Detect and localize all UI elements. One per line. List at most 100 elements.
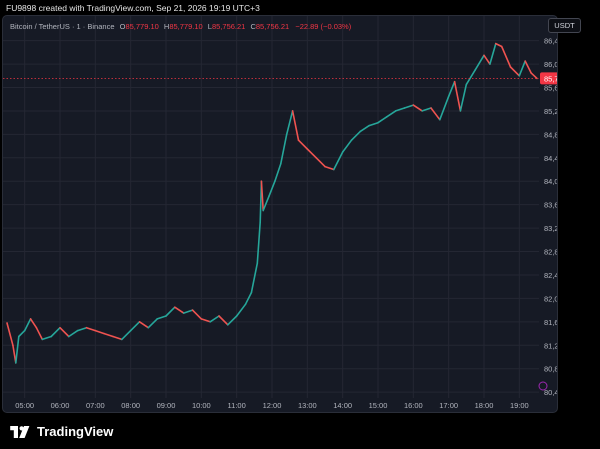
y-tick-label: 84,000.00 [544, 177, 558, 186]
y-tick-label: 84,400.00 [544, 154, 558, 163]
price-segment [260, 180, 265, 212]
tradingview-logo: TradingView [10, 424, 113, 439]
price-segment [315, 157, 326, 168]
price-segment [332, 151, 344, 171]
y-tick-label: 80,800.00 [544, 365, 558, 374]
price-segment [350, 130, 362, 141]
x-tick-label: 13:00 [298, 401, 317, 410]
x-tick-label: 08:00 [121, 401, 140, 410]
price-segment [250, 262, 259, 294]
tradingview-mark-icon [10, 425, 30, 438]
price-segment [129, 320, 141, 332]
price-segment [368, 121, 379, 127]
price-segment [483, 54, 491, 65]
price-segment [412, 104, 424, 112]
legend-close-value: 85,756.21 [255, 22, 290, 31]
price-segment [459, 83, 468, 112]
y-tick-label: 82,000.00 [544, 294, 558, 303]
price-segment [509, 66, 521, 77]
y-tick-label: 83,200.00 [544, 224, 558, 233]
x-tick-label: 05:00 [15, 401, 34, 410]
price-segment [191, 309, 203, 320]
price-segment [121, 329, 132, 341]
x-tick-label: 15:00 [369, 401, 388, 410]
y-tick-label: 85,600.00 [544, 84, 558, 93]
price-segment [274, 162, 282, 182]
y-tick-label: 86,000.00 [544, 60, 558, 69]
price-segment [85, 326, 97, 332]
price-segment [147, 318, 158, 329]
price-segment [465, 69, 477, 86]
x-tick-label: 19:00 [510, 401, 529, 410]
price-segment [524, 60, 532, 74]
price-segment [385, 110, 397, 118]
price-segment [403, 104, 415, 109]
legend-high-value: 85,779.10 [169, 22, 203, 31]
price-segment [6, 322, 14, 347]
price-segment [112, 335, 123, 341]
y-tick-label: 85,200.00 [544, 107, 558, 116]
x-tick-label: 09:00 [157, 401, 176, 410]
price-segment [209, 315, 220, 323]
currency-button[interactable]: USDT [548, 18, 581, 33]
y-tick-label: 81,600.00 [544, 318, 558, 327]
y-tick-label: 86,400.00 [544, 37, 558, 46]
price-segment [227, 315, 238, 326]
y-tick-label: 84,800.00 [544, 130, 558, 139]
price-chart[interactable]: 86,400.00 86,000.00 85,600.00 85,200.00 84,8… [3, 16, 558, 413]
price-segment [297, 139, 309, 150]
price-segment [41, 335, 53, 341]
chart-attribution: FU9898 created with TradingView.com, Sep… [6, 3, 260, 13]
price-segment [68, 329, 79, 338]
price-segment [18, 329, 26, 338]
price-segment [165, 306, 176, 317]
price-segment [474, 54, 485, 71]
price-segment [285, 110, 294, 136]
price-segment [430, 107, 441, 121]
price-segment [489, 42, 497, 65]
price-segment [341, 139, 353, 153]
price-segment [324, 165, 335, 171]
legend-low-value: 85,756.21 [211, 22, 246, 31]
y-tick-label: 81,200.00 [544, 341, 558, 350]
x-tick-label: 11:00 [228, 401, 246, 410]
price-segment [235, 303, 247, 317]
y-tick-label: 83,600.00 [544, 201, 558, 210]
x-tick-label: 06:00 [51, 401, 70, 410]
footer-brand: TradingView [37, 424, 114, 439]
scroll-to-realtime-icon [538, 381, 548, 391]
x-tick-label: 10:00 [192, 401, 211, 410]
price-segment [377, 116, 388, 124]
price-segment [76, 326, 88, 332]
x-tick-label: 14:00 [333, 401, 352, 410]
y-tick-label: 82,400.00 [544, 271, 558, 280]
price-segment [518, 60, 527, 77]
price-segment [50, 326, 61, 338]
x-tick-label: 07:00 [86, 401, 105, 410]
price-segment [29, 318, 38, 329]
price-segment [15, 335, 20, 364]
price-segment [174, 306, 185, 314]
price-segment [103, 332, 114, 338]
chart-legend: Bitcoin / TetherUS · 1 · Binance O85,779… [10, 22, 351, 31]
price-segment [494, 42, 503, 48]
legend-change: −22.89 (−0.03%) [295, 22, 352, 31]
price-segment [291, 110, 300, 141]
price-segment [306, 148, 318, 159]
legend-open-value: 85,779.10 [125, 22, 159, 31]
price-segment [59, 326, 70, 338]
price-segment [279, 133, 288, 165]
price-segment [138, 320, 150, 329]
chart-panel[interactable]: 86,400.00 86,000.00 85,600.00 85,200.00 84,8… [2, 15, 558, 413]
price-segment [530, 72, 538, 80]
y-tick-label: 82,800.00 [544, 248, 558, 257]
price-segment [262, 195, 270, 212]
price-segment [182, 309, 194, 314]
last-price-label: 85,756.21 [544, 74, 558, 83]
price-segment [453, 80, 462, 112]
price-segment [94, 329, 105, 335]
price-segment [438, 95, 450, 121]
x-tick-label: 18:00 [475, 401, 494, 410]
price-segment [447, 80, 456, 98]
x-tick-label: 17:00 [439, 401, 458, 410]
